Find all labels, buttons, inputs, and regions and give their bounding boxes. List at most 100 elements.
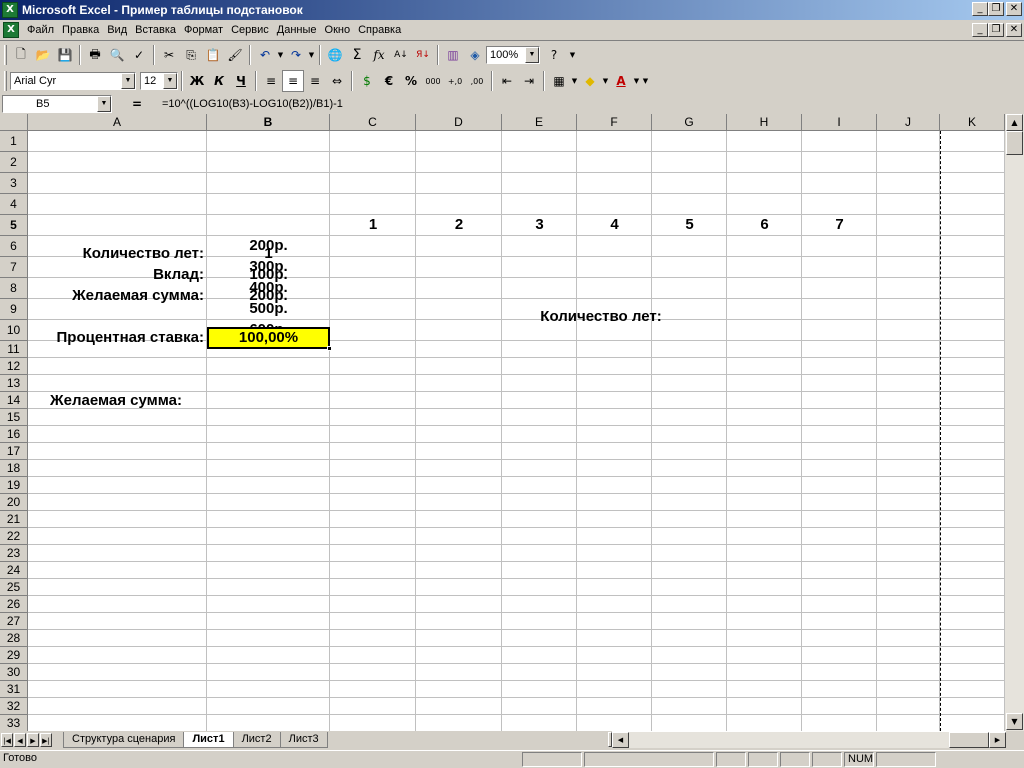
currency-icon[interactable]: $ [356,70,378,92]
year-cell[interactable]: 4 [577,216,652,233]
maximize-button[interactable]: ❐ [988,2,1004,16]
print-preview-icon[interactable]: 🔍 [106,44,128,66]
sheet-tab-list1[interactable]: Лист1 [183,732,234,748]
align-left-icon[interactable]: ≡ [260,70,282,92]
year-cell[interactable]: 6 [727,216,802,233]
next-sheet-icon[interactable]: ▶ [27,733,39,747]
font-select[interactable]: Arial Cyr ▼ [10,72,136,90]
doc-restore-button[interactable]: ❐ [988,23,1004,37]
doc-minimize-button[interactable]: _ [972,23,988,37]
chart-wizard-icon[interactable]: ▥ [442,44,464,66]
scroll-thumb[interactable] [1006,131,1023,155]
format-painter-icon[interactable]: 🖌 [224,44,246,66]
last-sheet-icon[interactable]: ▶| [40,733,52,747]
font-color-icon[interactable]: A [610,70,632,92]
formula-input[interactable]: =10^((LOG10(B3)-LOG10(B2))/B1)-1 [162,98,343,110]
worksheet-grid[interactable]: ABCDEFGHIJK 1 2 3 4 5 6 7 8 9 10 11 12 13 14 15 16 17 18 1… [0,114,1005,731]
row-header-20[interactable]: 20 [0,494,28,511]
copy-icon[interactable]: ⎘ [180,44,202,66]
row-header-10[interactable]: 10 [0,320,28,341]
redo-icon[interactable]: ↷ [285,44,307,66]
column-header-a[interactable]: A [28,114,207,131]
row-header-5[interactable]: 5 [0,215,28,236]
redo-dropdown-icon[interactable]: ▼ [307,51,316,59]
row-header-17[interactable]: 17 [0,443,28,460]
sum-cell[interactable]: 300р. [207,258,330,275]
borders-icon[interactable]: ▦ [548,70,570,92]
zoom-dropdown-icon[interactable]: ▼ [525,47,539,63]
font-size-dropdown-icon[interactable]: ▼ [163,73,177,89]
new-icon[interactable]: 🗋 [10,44,32,66]
format-toolbar-options-icon[interactable]: ▼ [641,77,650,85]
cell-a8[interactable]: Желаемая сумма: [28,392,207,409]
italic-button[interactable]: К [208,70,230,92]
column-header-i[interactable]: I [802,114,877,131]
row-header-18[interactable]: 18 [0,460,28,477]
name-box-dropdown-icon[interactable]: ▼ [97,96,111,112]
first-sheet-icon[interactable]: |◀ [1,733,13,747]
menu-edit[interactable]: Правка [58,24,103,36]
doc-close-button[interactable]: ✕ [1006,23,1022,37]
row-header-3[interactable]: 3 [0,173,28,194]
font-dropdown-icon[interactable]: ▼ [121,73,135,89]
selected-cell-b5[interactable]: 100,00% [207,327,332,351]
row-header-25[interactable]: 25 [0,579,28,596]
autosum-icon[interactable]: Σ [346,44,368,66]
row-header-32[interactable]: 32 [0,698,28,715]
formula-equals[interactable]: = [112,97,162,111]
year-cell[interactable]: 7 [802,216,877,233]
function-icon[interactable]: fx [368,44,390,66]
row-header-6[interactable]: 6 [0,236,28,257]
menu-file[interactable]: Файл [23,24,58,36]
scroll-up-icon[interactable]: ▲ [1006,114,1023,131]
cut-icon[interactable]: ✂ [158,44,180,66]
menu-tools[interactable]: Сервис [227,24,273,36]
spelling-icon[interactable]: ✓ [128,44,150,66]
scroll-left-icon[interactable]: ◀ [612,732,629,748]
scroll-right-icon[interactable]: ▶ [989,732,1006,748]
year-cell[interactable]: 3 [502,216,577,233]
name-box[interactable]: B5 ▼ [2,95,112,113]
help-icon[interactable]: ? [540,44,568,66]
menu-window[interactable]: Окно [321,24,355,36]
row-header-26[interactable]: 26 [0,596,28,613]
horizontal-scrollbar[interactable]: ◀ ▶ [612,731,1006,748]
year-cell[interactable]: 2 [416,216,502,233]
row-header-11[interactable]: 11 [0,341,28,358]
align-right-icon[interactable]: ≡ [304,70,326,92]
sheet-tab-scenario[interactable]: Структура сценария [63,732,185,748]
font-color-dropdown-icon[interactable]: ▼ [632,77,641,85]
column-header-k[interactable]: K [940,114,1005,131]
sum-cell[interactable]: 500р. [207,300,330,317]
borders-dropdown-icon[interactable]: ▼ [570,77,579,85]
cell-a3[interactable]: Желаемая сумма: [28,287,207,304]
vertical-scrollbar[interactable]: ▲ ▼ [1005,114,1024,731]
row-header-22[interactable]: 22 [0,528,28,545]
percent-icon[interactable]: % [400,70,422,92]
row-header-14[interactable]: 14 [0,392,28,409]
save-icon[interactable]: 💾 [54,44,76,66]
menu-insert[interactable]: Вставка [131,24,180,36]
decrease-indent-icon[interactable]: ⇤ [496,70,518,92]
row-header-23[interactable]: 23 [0,545,28,562]
sum-cell[interactable]: 200р. [207,237,330,254]
row-header-16[interactable]: 16 [0,426,28,443]
sort-descending-icon[interactable]: Я↓ [412,44,434,66]
column-header-b[interactable]: B [207,114,330,131]
underline-button[interactable]: Ч [230,70,252,92]
align-center-icon[interactable]: ≡ [282,70,304,92]
fill-handle[interactable] [327,346,332,351]
font-size-select[interactable]: 12 ▼ [140,72,178,90]
prev-sheet-icon[interactable]: ◀ [14,733,26,747]
paste-icon[interactable]: 📋 [202,44,224,66]
zoom-select[interactable]: 100% ▼ [486,46,540,64]
row-header-2[interactable]: 2 [0,152,28,173]
fill-color-dropdown-icon[interactable]: ▼ [601,77,610,85]
column-header-c[interactable]: C [330,114,416,131]
row-header-29[interactable]: 29 [0,647,28,664]
euro-icon[interactable]: € [378,70,400,92]
menu-data[interactable]: Данные [273,24,321,36]
row-header-31[interactable]: 31 [0,681,28,698]
minimize-button[interactable]: _ [972,2,988,16]
row-header-28[interactable]: 28 [0,630,28,647]
